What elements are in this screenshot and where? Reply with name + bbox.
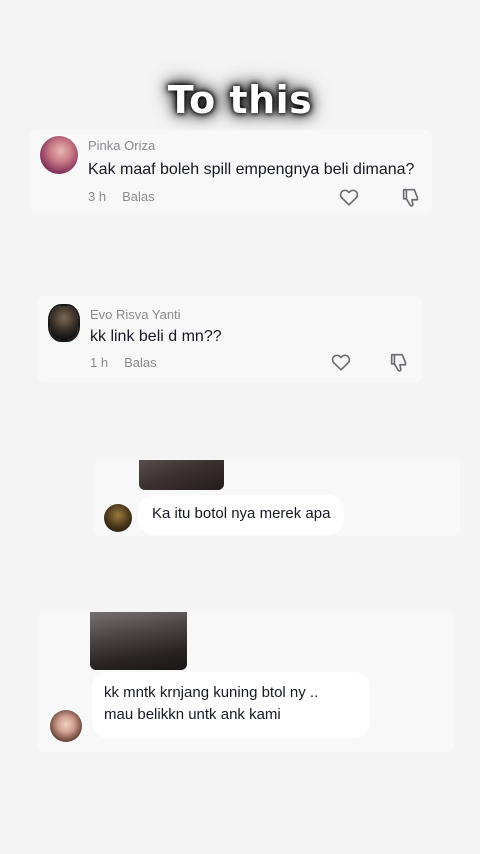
video-thumbnail[interactable] — [139, 460, 224, 490]
reply-text-line: kk mntk krnjang kuning btol ny .. — [104, 684, 319, 701]
comment-meta: 1 h Balas — [90, 355, 157, 370]
avatar[interactable] — [40, 136, 78, 174]
avatar[interactable] — [50, 710, 82, 742]
comment-text: Kak maaf boleh spill empengnya beli dima… — [88, 161, 415, 178]
comment-text: kk link beli d mn?? — [90, 328, 222, 345]
comment-meta: 3 h Balas — [88, 189, 155, 204]
comment-username[interactable]: Pinka Oriza — [88, 138, 155, 153]
avatar[interactable] — [104, 504, 132, 532]
video-thumbnail[interactable] — [90, 612, 187, 670]
heart-icon[interactable] — [338, 186, 360, 208]
thumbs-down-icon[interactable] — [400, 186, 422, 208]
comment-timestamp: 1 h — [90, 355, 109, 370]
comment-username[interactable]: Evo Risva Yanti — [90, 307, 181, 322]
comment-card: Pinka Oriza Kak maaf boleh spill empengn… — [30, 130, 432, 212]
heart-icon[interactable] — [330, 351, 352, 373]
reply-bubble: Ka itu botol nya merek apa — [138, 495, 345, 535]
thumbs-down-icon[interactable] — [388, 351, 410, 373]
reply-bubble: kk mntk krnjang kuning btol ny .. mau be… — [92, 672, 370, 738]
comment-timestamp: 3 h — [88, 189, 107, 204]
reply-text-line: mau belikkn untk ank kami — [104, 706, 281, 723]
reply-button[interactable]: Balas — [122, 189, 155, 204]
comment-card: Evo Risva Yanti kk link beli d mn?? 1 h … — [38, 296, 422, 382]
overlay-caption: To this — [167, 78, 313, 122]
avatar[interactable] — [50, 306, 78, 340]
reply-button[interactable]: Balas — [124, 355, 157, 370]
